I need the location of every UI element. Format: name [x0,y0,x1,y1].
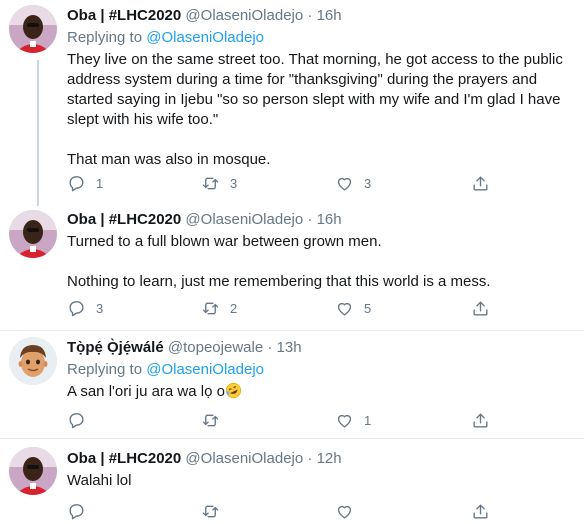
replying-to-label: Replying to [67,361,143,378]
author-name[interactable]: Oba | #LHC2020 [67,450,181,467]
avatar[interactable] [9,447,57,495]
heart-icon [337,505,352,519]
reply-button[interactable]: 1 [67,171,103,195]
like-count: 3 [364,175,372,191]
reply-icon [69,300,84,316]
like-button[interactable]: 1 [335,408,371,432]
reply-button[interactable] [67,408,96,432]
timestamp[interactable]: 12h [317,450,342,467]
timestamp[interactable]: 16h [317,211,342,228]
author-handle[interactable]: @OlaseniOladejo [185,450,303,467]
author-name[interactable]: Tọ̀pẹ́ Ọ̀jẹ́wálé [67,339,164,356]
author-handle[interactable]: @topeojewale [168,339,263,356]
share-icon [473,175,488,191]
like-button[interactable]: 3 [335,171,371,195]
retweet-button[interactable] [201,499,230,523]
share-icon [473,412,488,428]
retweet-button[interactable] [201,408,230,432]
author-handle[interactable]: @OlaseniOladejo [185,211,303,228]
retweet-icon [202,505,219,517]
replying-to-label: Replying to [67,29,143,46]
tweet-2[interactable]: Oba | #LHC2020 @OlaseniOladejo · 16h Tur… [0,203,584,321]
reply-count: 1 [96,175,104,191]
separator-dot: · [267,339,273,356]
replying-to-link[interactable]: @OlaseniOladejo [146,29,264,46]
tweet-4[interactable]: Oba | #LHC2020 @OlaseniOladejo · 12h Wal… [0,439,584,524]
like-button[interactable]: 5 [335,296,371,320]
like-button[interactable] [335,499,364,523]
retweet-button[interactable]: 2 [201,296,237,320]
replying-to-link[interactable]: @OlaseniOladejo [146,361,264,378]
tweet-text: Turned to a full blown war between grown… [67,233,491,290]
share-button[interactable] [471,171,490,195]
like-count: 1 [364,412,372,428]
reply-icon [69,503,84,519]
retweet-count: 3 [230,175,238,191]
timestamp[interactable]: 13h [277,339,302,356]
retweet-count: 2 [230,300,238,316]
retweet-icon [202,302,219,314]
tweet-text: They live on the same street too. That m… [67,51,563,168]
heart-icon [337,414,352,428]
separator-dot: · [307,7,313,24]
avatar[interactable] [9,337,57,385]
share-button[interactable] [471,408,490,432]
separator-dot: · [307,450,313,467]
reply-icon [69,175,84,191]
heart-icon [337,177,352,191]
tweet-text: A san l'ori ju ara wa lọ o [67,383,225,400]
avatar[interactable] [9,5,57,53]
reply-button[interactable]: 3 [67,296,103,320]
tweet-text: Walahi lol [67,472,132,489]
share-button[interactable] [471,296,490,320]
timestamp[interactable]: 16h [317,7,342,24]
author-name[interactable]: Oba | #LHC2020 [67,7,181,24]
avatar[interactable] [9,210,57,258]
rolling-on-floor-laughing-emoji [225,382,242,399]
author-handle[interactable]: @OlaseniOladejo [185,7,303,24]
tweet-1[interactable]: Oba | #LHC2020 @OlaseniOladejo · 16h Rep… [0,0,584,203]
like-count: 5 [364,300,372,316]
share-icon [473,300,488,316]
tweet-3[interactable]: Tọ̀pẹ́ Ọ̀jẹ́wálé @topeojewale · 13h Repl… [0,331,584,431]
retweet-icon [202,414,219,426]
reply-count: 3 [96,300,104,316]
separator-dot: · [307,211,313,228]
heart-icon [337,302,352,316]
share-icon [473,503,488,519]
retweet-icon [202,177,219,189]
author-name[interactable]: Oba | #LHC2020 [67,211,181,228]
reply-icon [69,412,84,428]
share-button[interactable] [471,499,490,523]
reply-button[interactable] [67,499,96,523]
retweet-button[interactable]: 3 [201,171,237,195]
